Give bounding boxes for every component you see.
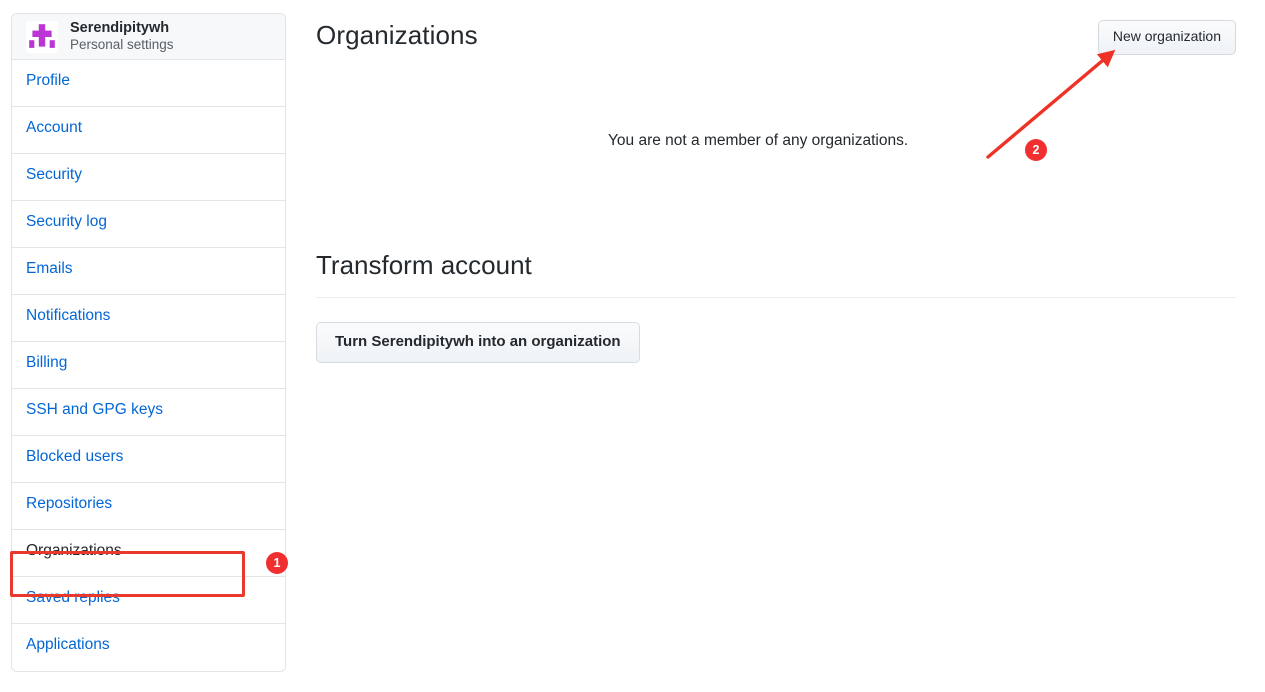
sidebar-item-organizations[interactable]: Organizations [12, 530, 285, 577]
sidebar-item-security-log[interactable]: Security log [12, 201, 285, 248]
account-identity: Serendipitywh Personal settings [70, 20, 174, 52]
sidebar-item-security[interactable]: Security [12, 154, 285, 201]
new-organization-button[interactable]: New organization [1097, 20, 1236, 55]
annotation-badge-1: 1 [266, 552, 288, 574]
turn-into-organization-button[interactable]: Turn Serendipitywh into an organization [316, 322, 640, 364]
account-name: Serendipitywh [70, 20, 170, 37]
sidebar-item-billing[interactable]: Billing [12, 342, 285, 389]
sidebar-item-profile[interactable]: Profile [12, 60, 285, 107]
identicon-avatar-icon [26, 20, 58, 53]
sidebar-item-blocked-users[interactable]: Blocked users [12, 436, 285, 483]
sidebar-item-account[interactable]: Account [12, 107, 285, 154]
sidebar-item-saved-replies[interactable]: Saved replies [12, 577, 285, 624]
settings-sidebar: Serendipitywh Personal settings Profile … [11, 13, 286, 672]
sidebar-item-repositories[interactable]: Repositories [12, 483, 285, 530]
transform-account-heading: Transform account [316, 250, 532, 280]
account-header: Serendipitywh Personal settings [12, 14, 285, 60]
sidebar-item-notifications[interactable]: Notifications [12, 295, 285, 342]
account-subtitle: Personal settings [70, 37, 174, 53]
sidebar-item-ssh-and-gpg-keys[interactable]: SSH and GPG keys [12, 389, 285, 436]
sidebar-item-emails[interactable]: Emails [12, 248, 285, 295]
sidebar-item-applications[interactable]: Applications [12, 624, 285, 671]
section-divider [316, 297, 1236, 298]
empty-state-message: You are not a member of any organization… [608, 131, 909, 149]
page-title: Organizations [316, 20, 478, 50]
main-content: Organizations New organization You are n… [316, 0, 1236, 692]
